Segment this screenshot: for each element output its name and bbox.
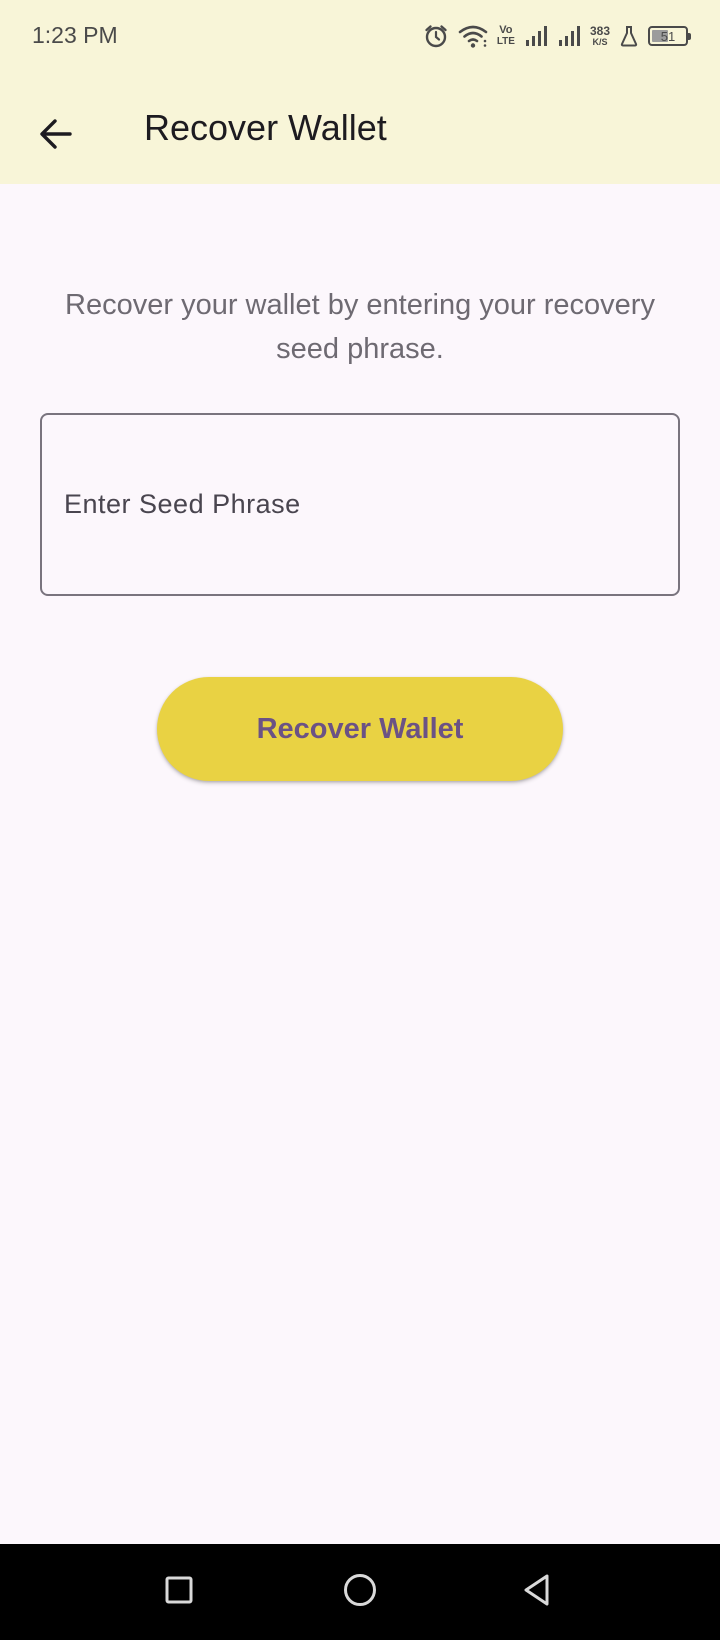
recents-button[interactable] bbox=[155, 1568, 203, 1616]
network-speed: 383 K/S bbox=[590, 25, 610, 47]
status-bar: 1:23 PM Vo LTE 383 K/S 51 bbox=[0, 0, 720, 72]
signal-icon bbox=[524, 24, 548, 48]
app-bar: Recover Wallet bbox=[0, 72, 720, 184]
back-triangle-icon bbox=[520, 1572, 554, 1613]
arrow-left-icon bbox=[38, 116, 74, 157]
battery-level: 51 bbox=[660, 28, 676, 44]
network-speed-value: 383 bbox=[589, 24, 610, 38]
status-icons: Vo LTE 383 K/S 51 bbox=[423, 20, 691, 52]
system-nav-bar bbox=[0, 1544, 720, 1640]
back-button[interactable] bbox=[24, 104, 88, 168]
recents-square-icon bbox=[163, 1574, 195, 1611]
system-back-button[interactable] bbox=[513, 1568, 561, 1616]
flask-icon bbox=[619, 25, 639, 47]
alarm-icon bbox=[423, 23, 449, 49]
network-speed-unit: K/S bbox=[592, 37, 608, 47]
recover-description: Recover your wallet by entering your rec… bbox=[65, 289, 655, 365]
recover-wallet-button[interactable]: Recover Wallet bbox=[157, 677, 563, 781]
volte-top-label: Vo bbox=[499, 24, 513, 36]
wifi-icon bbox=[458, 23, 488, 49]
home-circle-icon bbox=[342, 1572, 378, 1613]
seed-phrase-field[interactable] bbox=[40, 413, 680, 596]
seed-phrase-input[interactable] bbox=[42, 415, 678, 594]
status-time: 1:23 PM bbox=[32, 22, 118, 48]
signal-icon bbox=[557, 24, 581, 48]
top-area: 1:23 PM Vo LTE 383 K/S 51 Recover Wallet bbox=[0, 0, 720, 184]
volte-bottom-label: LTE bbox=[496, 36, 515, 47]
volte-icon: Vo LTE bbox=[497, 25, 515, 47]
home-button[interactable] bbox=[336, 1568, 384, 1616]
battery-icon: 51 bbox=[648, 26, 691, 46]
page-title: Recover Wallet bbox=[144, 107, 387, 148]
